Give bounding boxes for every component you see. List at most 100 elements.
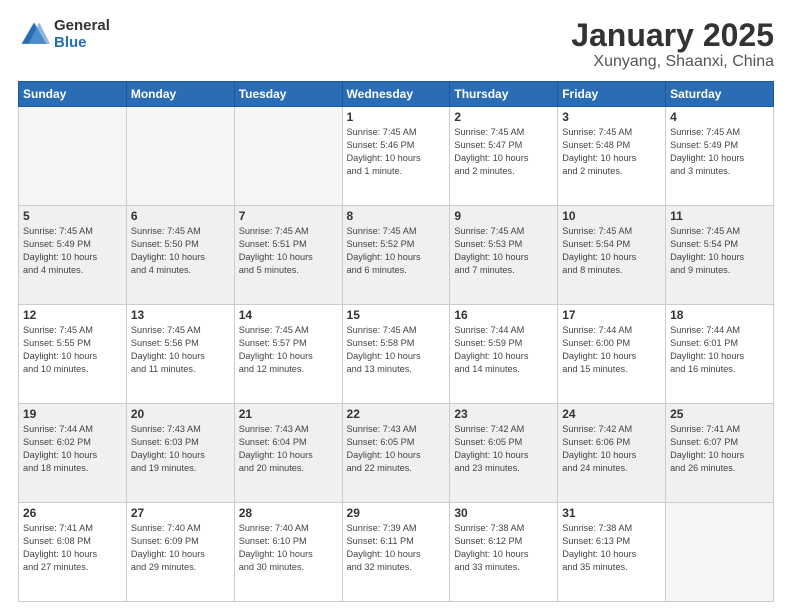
day-info: Sunrise: 7:45 AM Sunset: 5:49 PM Dayligh… <box>670 126 769 178</box>
calendar-cell <box>234 107 342 206</box>
day-info: Sunrise: 7:44 AM Sunset: 6:00 PM Dayligh… <box>562 324 661 376</box>
page: General Blue January 2025 Xunyang, Shaan… <box>0 0 792 612</box>
day-info: Sunrise: 7:45 AM Sunset: 5:46 PM Dayligh… <box>347 126 446 178</box>
calendar-cell: 12 Sunrise: 7:45 AM Sunset: 5:55 PM Dayli… <box>19 305 127 404</box>
day-info: Sunrise: 7:43 AM Sunset: 6:03 PM Dayligh… <box>131 423 230 475</box>
day-number: 8 <box>347 209 446 223</box>
calendar-cell: 5 Sunrise: 7:45 AM Sunset: 5:49 PM Daylig… <box>19 206 127 305</box>
day-number: 13 <box>131 308 230 322</box>
calendar-cell: 29 Sunrise: 7:39 AM Sunset: 6:11 PM Dayli… <box>342 503 450 602</box>
day-number: 5 <box>23 209 122 223</box>
calendar-cell: 30Sunrise: 7:38 AM Sunset: 6:12 PM Dayli… <box>450 503 558 602</box>
day-info: Sunrise: 7:45 AM Sunset: 5:47 PM Dayligh… <box>454 126 553 178</box>
calendar-cell: 11Sunrise: 7:45 AM Sunset: 5:54 PM Dayli… <box>666 206 774 305</box>
calendar-cell: 23 Sunrise: 7:42 AM Sunset: 6:05 PM Dayli… <box>450 404 558 503</box>
calendar-week-5: 26 Sunrise: 7:41 AM Sunset: 6:08 PM Dayli… <box>19 503 774 602</box>
day-number: 6 <box>131 209 230 223</box>
calendar-cell: 13Sunrise: 7:45 AM Sunset: 5:56 PM Dayli… <box>126 305 234 404</box>
day-number: 2 <box>454 110 553 124</box>
day-number: 10 <box>562 209 661 223</box>
day-info: Sunrise: 7:40 AM Sunset: 6:10 PM Dayligh… <box>239 522 338 574</box>
calendar-week-1: 1 Sunrise: 7:45 AM Sunset: 5:46 PM Daylig… <box>19 107 774 206</box>
title-block: January 2025 Xunyang, Shaanxi, China <box>571 18 774 71</box>
day-number: 25 <box>670 407 769 421</box>
day-number: 29 <box>347 506 446 520</box>
day-number: 26 <box>23 506 122 520</box>
day-info: Sunrise: 7:45 AM Sunset: 5:51 PM Dayligh… <box>239 225 338 277</box>
day-info: Sunrise: 7:44 AM Sunset: 6:01 PM Dayligh… <box>670 324 769 376</box>
calendar-cell: 26 Sunrise: 7:41 AM Sunset: 6:08 PM Dayli… <box>19 503 127 602</box>
calendar-cell: 27 Sunrise: 7:40 AM Sunset: 6:09 PM Dayli… <box>126 503 234 602</box>
day-info: Sunrise: 7:38 AM Sunset: 6:13 PM Dayligh… <box>562 522 661 574</box>
calendar-cell: 8 Sunrise: 7:45 AM Sunset: 5:52 PM Daylig… <box>342 206 450 305</box>
calendar-cell: 2 Sunrise: 7:45 AM Sunset: 5:47 PM Daylig… <box>450 107 558 206</box>
day-number: 19 <box>23 407 122 421</box>
calendar-cell: 15Sunrise: 7:45 AM Sunset: 5:58 PM Dayli… <box>342 305 450 404</box>
header: General Blue January 2025 Xunyang, Shaan… <box>18 18 774 71</box>
logo: General Blue <box>18 18 110 51</box>
calendar-cell: 19 Sunrise: 7:44 AM Sunset: 6:02 PM Dayli… <box>19 404 127 503</box>
calendar-header: SundayMondayTuesdayWednesdayThursdayFrid… <box>19 82 774 107</box>
day-number: 3 <box>562 110 661 124</box>
calendar-body: 1 Sunrise: 7:45 AM Sunset: 5:46 PM Daylig… <box>19 107 774 602</box>
day-number: 24 <box>562 407 661 421</box>
day-info: Sunrise: 7:45 AM Sunset: 5:50 PM Dayligh… <box>131 225 230 277</box>
day-number: 1 <box>347 110 446 124</box>
calendar-cell: 14Sunrise: 7:45 AM Sunset: 5:57 PM Dayli… <box>234 305 342 404</box>
day-number: 7 <box>239 209 338 223</box>
day-info: Sunrise: 7:41 AM Sunset: 6:08 PM Dayligh… <box>23 522 122 574</box>
weekday-header-sunday: Sunday <box>19 82 127 107</box>
day-number: 21 <box>239 407 338 421</box>
calendar-cell: 24Sunrise: 7:42 AM Sunset: 6:06 PM Dayli… <box>558 404 666 503</box>
calendar-cell: 10 Sunrise: 7:45 AM Sunset: 5:54 PM Dayli… <box>558 206 666 305</box>
calendar-cell: 28Sunrise: 7:40 AM Sunset: 6:10 PM Dayli… <box>234 503 342 602</box>
day-number: 18 <box>670 308 769 322</box>
day-info: Sunrise: 7:42 AM Sunset: 6:05 PM Dayligh… <box>454 423 553 475</box>
day-info: Sunrise: 7:39 AM Sunset: 6:11 PM Dayligh… <box>347 522 446 574</box>
calendar-cell <box>19 107 127 206</box>
calendar-subtitle: Xunyang, Shaanxi, China <box>571 53 774 71</box>
day-number: 20 <box>131 407 230 421</box>
weekday-header-row: SundayMondayTuesdayWednesdayThursdayFrid… <box>19 82 774 107</box>
calendar-cell: 6 Sunrise: 7:45 AM Sunset: 5:50 PM Daylig… <box>126 206 234 305</box>
day-info: Sunrise: 7:43 AM Sunset: 6:04 PM Dayligh… <box>239 423 338 475</box>
calendar-title: January 2025 <box>571 18 774 53</box>
weekday-header-monday: Monday <box>126 82 234 107</box>
calendar-cell: 18 Sunrise: 7:44 AM Sunset: 6:01 PM Dayli… <box>666 305 774 404</box>
calendar-cell: 7 Sunrise: 7:45 AM Sunset: 5:51 PM Daylig… <box>234 206 342 305</box>
day-number: 22 <box>347 407 446 421</box>
calendar-cell <box>666 503 774 602</box>
calendar-cell: 16Sunrise: 7:44 AM Sunset: 5:59 PM Dayli… <box>450 305 558 404</box>
calendar-cell: 21 Sunrise: 7:43 AM Sunset: 6:04 PM Dayli… <box>234 404 342 503</box>
day-info: Sunrise: 7:44 AM Sunset: 6:02 PM Dayligh… <box>23 423 122 475</box>
day-info: Sunrise: 7:40 AM Sunset: 6:09 PM Dayligh… <box>131 522 230 574</box>
calendar-cell: 20 Sunrise: 7:43 AM Sunset: 6:03 PM Dayli… <box>126 404 234 503</box>
day-info: Sunrise: 7:45 AM Sunset: 5:55 PM Dayligh… <box>23 324 122 376</box>
calendar-cell: 25Sunrise: 7:41 AM Sunset: 6:07 PM Dayli… <box>666 404 774 503</box>
weekday-header-friday: Friday <box>558 82 666 107</box>
weekday-header-saturday: Saturday <box>666 82 774 107</box>
day-number: 31 <box>562 506 661 520</box>
calendar-cell <box>126 107 234 206</box>
day-number: 4 <box>670 110 769 124</box>
logo-general: General <box>54 18 110 35</box>
day-number: 12 <box>23 308 122 322</box>
day-number: 27 <box>131 506 230 520</box>
day-number: 11 <box>670 209 769 223</box>
calendar-cell: 17Sunrise: 7:44 AM Sunset: 6:00 PM Dayli… <box>558 305 666 404</box>
day-info: Sunrise: 7:45 AM Sunset: 5:54 PM Dayligh… <box>562 225 661 277</box>
day-info: Sunrise: 7:45 AM Sunset: 5:53 PM Dayligh… <box>454 225 553 277</box>
day-info: Sunrise: 7:45 AM Sunset: 5:49 PM Dayligh… <box>23 225 122 277</box>
logo-text: General Blue <box>54 18 110 51</box>
day-number: 15 <box>347 308 446 322</box>
calendar-cell: 3 Sunrise: 7:45 AM Sunset: 5:48 PM Daylig… <box>558 107 666 206</box>
day-info: Sunrise: 7:45 AM Sunset: 5:48 PM Dayligh… <box>562 126 661 178</box>
weekday-header-thursday: Thursday <box>450 82 558 107</box>
logo-blue: Blue <box>54 35 110 52</box>
day-info: Sunrise: 7:45 AM Sunset: 5:52 PM Dayligh… <box>347 225 446 277</box>
day-number: 9 <box>454 209 553 223</box>
calendar-cell: 31 Sunrise: 7:38 AM Sunset: 6:13 PM Dayli… <box>558 503 666 602</box>
logo-icon <box>18 19 50 51</box>
day-number: 23 <box>454 407 553 421</box>
calendar-cell: 1 Sunrise: 7:45 AM Sunset: 5:46 PM Daylig… <box>342 107 450 206</box>
